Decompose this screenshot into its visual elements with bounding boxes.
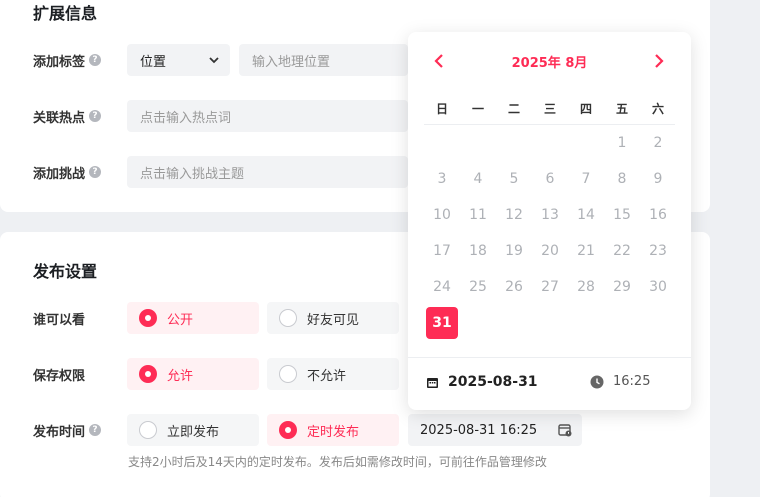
calendar-day[interactable]: 1 — [606, 127, 638, 159]
help-icon[interactable]: ? — [89, 424, 102, 436]
calendar-day[interactable]: 14 — [570, 199, 602, 231]
calendar-day[interactable]: 27 — [534, 271, 566, 303]
location-placeholder: 输入地理位置 — [252, 54, 331, 70]
weekday-header: 一 — [471, 102, 484, 116]
weekday-divider — [424, 124, 675, 125]
calendar-day[interactable]: 23 — [642, 235, 674, 267]
weekday-header: 四 — [579, 102, 592, 116]
radio-selected-icon — [279, 421, 297, 439]
calendar-day[interactable]: 12 — [498, 199, 530, 231]
calendar-day[interactable]: 30 — [642, 271, 674, 303]
date-picker-header: 2025年 8月 — [408, 50, 691, 72]
calendar-day[interactable]: 26 — [498, 271, 530, 303]
calendar-day[interactable]: 28 — [570, 271, 602, 303]
calendar-day-selected[interactable]: 31 — [426, 307, 458, 339]
weekday-header: 五 — [615, 102, 628, 116]
save-allow-option[interactable]: 允许 — [127, 358, 259, 390]
calendar-day[interactable]: 10 — [426, 199, 458, 231]
calendar-day[interactable]: 6 — [534, 163, 566, 195]
hotspot-input[interactable]: 点击输入热点词 — [127, 100, 408, 132]
footer-time[interactable]: 16:25 — [590, 374, 650, 389]
calendar-day[interactable]: 21 — [570, 235, 602, 267]
hotspot-label: 关联热点 ? — [33, 106, 102, 126]
radio-unselected-icon — [279, 309, 297, 327]
calendar-day[interactable]: 16 — [642, 199, 674, 231]
publish-settings-title: 发布设置 — [33, 262, 98, 281]
weekday-header: 三 — [543, 102, 556, 116]
radio-unselected-icon — [139, 421, 157, 439]
help-icon[interactable]: ? — [89, 166, 102, 178]
challenge-label: 添加挑战 ? — [33, 162, 102, 182]
add-tag-label: 添加标签 ? — [33, 50, 102, 70]
calendar-clock-icon — [558, 424, 572, 437]
challenge-label-text: 添加挑战 — [33, 166, 86, 182]
date-picker-popup: 2025年 8月 日一二三四五六 1 2 3 4 5 6 7 8 9 10 11 12 13 14 15 16… — [408, 32, 691, 410]
chevron-right-icon[interactable] — [648, 50, 670, 72]
publish-scheduled-option[interactable]: 定时发布 — [267, 414, 399, 446]
footer-time-value: 16:25 — [613, 374, 651, 389]
publish-now-label: 立即发布 — [167, 424, 220, 440]
add-tag-label-text: 添加标签 — [33, 54, 86, 70]
weekday-header: 日 — [435, 102, 448, 116]
publish-time-label-text: 发布时间 — [33, 424, 86, 440]
calendar-icon — [427, 377, 438, 388]
visibility-public-option[interactable]: 公开 — [127, 302, 259, 334]
calendar-day[interactable]: 13 — [534, 199, 566, 231]
extend-info-title: 扩展信息 — [33, 4, 98, 23]
calendar-day[interactable]: 22 — [606, 235, 638, 267]
save-deny-option[interactable]: 不允许 — [267, 358, 399, 390]
footer-divider — [408, 357, 691, 358]
calendar-day[interactable]: 15 — [606, 199, 638, 231]
calendar-day[interactable]: 17 — [426, 235, 458, 267]
calendar-day[interactable]: 29 — [606, 271, 638, 303]
radio-selected-icon — [139, 309, 157, 327]
calendar-day[interactable]: 9 — [642, 163, 674, 195]
calendar-day[interactable]: 20 — [534, 235, 566, 267]
visibility-public-label: 公开 — [167, 312, 194, 328]
challenge-placeholder: 点击输入挑战主题 — [140, 166, 245, 182]
publish-scheduled-label: 定时发布 — [307, 424, 360, 440]
calendar-day[interactable]: 11 — [462, 199, 494, 231]
location-input[interactable]: 输入地理位置 — [239, 44, 408, 76]
footer-date-value: 2025-08-31 — [448, 374, 538, 390]
calendar-day[interactable]: 18 — [462, 235, 494, 267]
save-allow-label: 允许 — [167, 368, 194, 384]
save-deny-label: 不允许 — [307, 368, 347, 384]
calendar-day[interactable]: 3 — [426, 163, 458, 195]
footer-date[interactable]: 2025-08-31 — [426, 374, 538, 390]
visibility-friends-label: 好友可见 — [307, 312, 360, 328]
calendar-day[interactable]: 24 — [426, 271, 458, 303]
hotspot-label-text: 关联热点 — [33, 110, 86, 126]
weekday-header: 六 — [651, 102, 664, 116]
calendar-day[interactable]: 7 — [570, 163, 602, 195]
challenge-input[interactable]: 点击输入挑战主题 — [127, 156, 408, 188]
calendar-day[interactable]: 5 — [498, 163, 530, 195]
calendar-day[interactable]: 19 — [498, 235, 530, 267]
radio-selected-icon — [139, 365, 157, 383]
calendar-day[interactable]: 8 — [606, 163, 638, 195]
help-icon[interactable]: ? — [89, 54, 102, 66]
schedule-datetime-value: 2025-08-31 16:25 — [420, 422, 538, 438]
visibility-label: 谁可以看 — [33, 312, 86, 328]
clock-icon — [590, 375, 604, 388]
help-icon[interactable]: ? — [89, 110, 102, 122]
tag-type-select[interactable]: 位置 — [127, 44, 230, 76]
hotspot-placeholder: 点击输入热点词 — [140, 110, 232, 126]
schedule-datetime-input[interactable]: 2025-08-31 16:25 — [408, 414, 582, 446]
tag-type-value: 位置 — [140, 54, 167, 70]
visibility-friends-option[interactable]: 好友可见 — [267, 302, 399, 334]
publish-now-option[interactable]: 立即发布 — [127, 414, 259, 446]
chevron-down-icon — [209, 57, 219, 64]
save-permission-label: 保存权限 — [33, 368, 86, 384]
publish-time-label: 发布时间 ? — [33, 420, 102, 440]
calendar-day[interactable]: 2 — [642, 127, 674, 159]
weekday-header: 二 — [507, 102, 520, 116]
radio-unselected-icon — [279, 365, 297, 383]
calendar-day[interactable]: 4 — [462, 163, 494, 195]
calendar-day[interactable]: 25 — [462, 271, 494, 303]
schedule-hint: 支持2小时后及14天内的定时发布。发布后如需修改时间，可前往作品管理修改 — [128, 455, 547, 469]
